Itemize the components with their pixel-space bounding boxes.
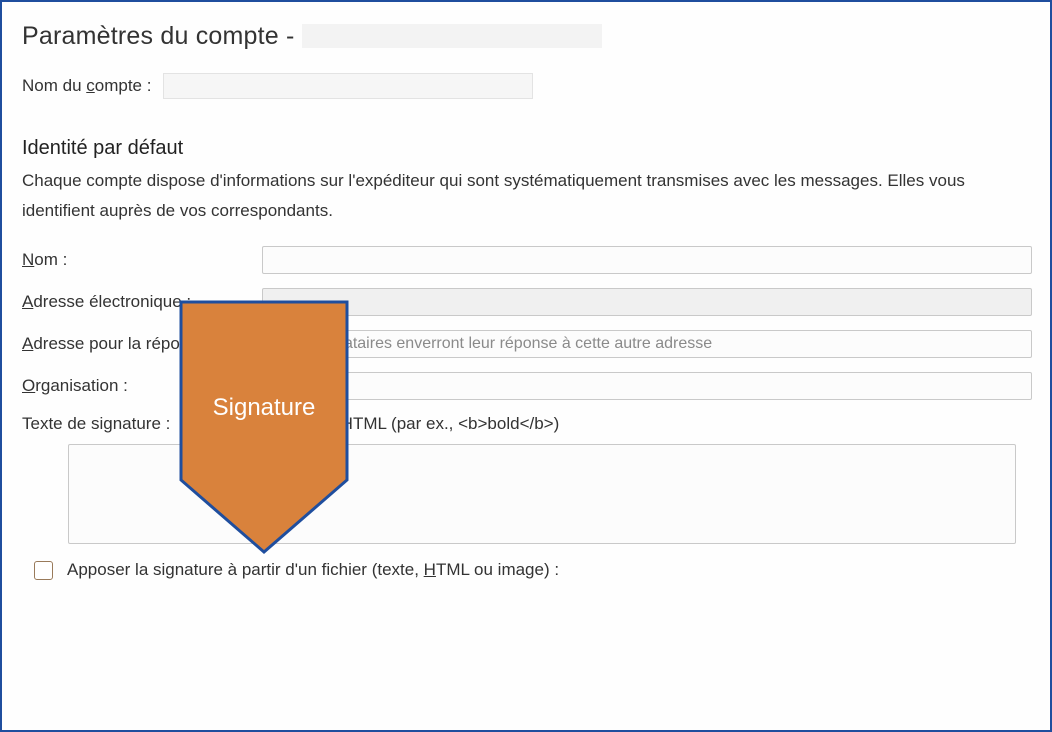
organisation-label: Organisation : <box>22 376 262 396</box>
account-name-field[interactable] <box>163 73 533 99</box>
signature-file-checkbox[interactable] <box>34 561 53 580</box>
reply-to-input[interactable] <box>262 330 1032 358</box>
page-title: Paramètres du compte - <box>22 22 1032 51</box>
name-label: Nom : <box>22 250 262 270</box>
organisation-input[interactable] <box>262 372 1032 400</box>
identity-section-title: Identité par défaut <box>22 137 1032 160</box>
signature-file-label: Apposer la signature à partir d'un fichi… <box>67 560 559 580</box>
signature-textarea[interactable] <box>68 444 1016 544</box>
reply-to-label: Adresse pour la réponse : <box>22 334 262 354</box>
use-html-label: Utiliser HTML (par ex., <b>bold</b>) <box>284 414 559 434</box>
email-label: Adresse électronique : <box>22 292 262 312</box>
title-redacted <box>302 24 602 48</box>
identity-description: Chaque compte dispose d'informations sur… <box>22 166 1032 226</box>
title-text: Paramètres du compte - <box>22 22 302 50</box>
name-input[interactable] <box>262 246 1032 274</box>
signature-text-label: Texte de signature : <box>22 414 257 434</box>
email-input[interactable] <box>262 288 1032 316</box>
account-name-label: Nom du compte : <box>22 76 151 96</box>
use-html-checkbox[interactable] <box>257 416 274 433</box>
